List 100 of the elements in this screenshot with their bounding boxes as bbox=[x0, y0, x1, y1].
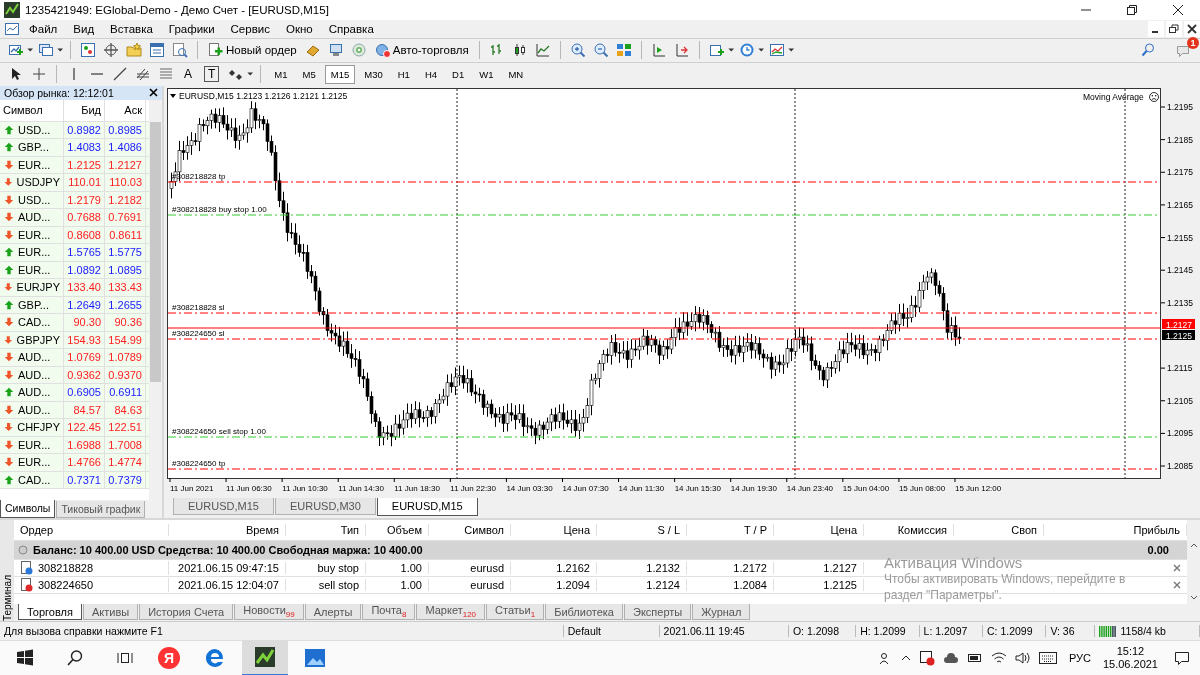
terminal-tab[interactable]: Торговля bbox=[18, 604, 82, 621]
menu-item[interactable]: Вид bbox=[66, 22, 102, 35]
timeframe-button[interactable]: MN bbox=[502, 64, 530, 84]
toolbar-button[interactable]: Авто-торговля bbox=[371, 40, 472, 61]
time-label: 15 Jun 08:00 bbox=[898, 483, 946, 493]
table-cell: sell stop bbox=[286, 578, 366, 591]
terminal-tab[interactable]: Почта$_{8}$ bbox=[362, 604, 416, 621]
timeframe-button[interactable]: W1 bbox=[473, 64, 500, 84]
price-label: 1.2145 bbox=[1167, 264, 1193, 275]
time-label: 14 Jun 11:30 bbox=[618, 483, 665, 493]
timeframe-button[interactable]: M1 bbox=[268, 64, 294, 84]
menu-item[interactable]: Файл bbox=[22, 22, 65, 35]
column-header[interactable]: Тип bbox=[286, 523, 366, 536]
symbol-name: USD... bbox=[18, 123, 51, 136]
bid-price: 1.0769 bbox=[64, 349, 105, 366]
bid-price: 1.2125 bbox=[64, 156, 105, 174]
timeframe-button[interactable]: M5 bbox=[296, 64, 322, 84]
timeframe-button[interactable]: H4 bbox=[418, 64, 444, 84]
table-cell: eurusd bbox=[429, 561, 511, 574]
status-text: L: 1.2097 bbox=[919, 625, 983, 638]
bid-price: 90.30 bbox=[64, 314, 105, 331]
bid-price: 1.4083 bbox=[64, 139, 105, 156]
column-header[interactable]: Аск bbox=[105, 99, 146, 121]
column-header[interactable]: Цена bbox=[774, 523, 864, 536]
column-header[interactable]: Комиссия bbox=[864, 523, 954, 536]
symbol-name: EUR... bbox=[18, 456, 51, 469]
terminal-tab[interactable]: Эксперты bbox=[623, 604, 692, 621]
column-header[interactable]: Ордер bbox=[14, 523, 169, 536]
ask-price: 0.7379 bbox=[105, 471, 146, 489]
order-label: #308224650 sl bbox=[172, 328, 225, 338]
terminal-tab[interactable]: История Счета bbox=[139, 604, 234, 621]
window-title: 1235421949: EGlobal-Demo - Демо Счет - [EURUSD,M15] bbox=[25, 3, 329, 16]
terminal-tab[interactable]: Статьи$_{1}$ bbox=[486, 604, 545, 621]
time-label: 11 Jun 22:30 bbox=[450, 483, 496, 493]
symbol-name: CHFJPY bbox=[17, 421, 60, 434]
panel-tab[interactable]: Тиковый график bbox=[56, 500, 146, 518]
indicator-label: Moving Average bbox=[1083, 91, 1144, 102]
bid-price: 1.0892 bbox=[64, 261, 105, 279]
profit-total: 0.00 bbox=[1147, 543, 1170, 556]
ask-price: 133.43 bbox=[105, 279, 146, 296]
ask-price: 84.63 bbox=[105, 401, 146, 419]
column-header[interactable]: Время bbox=[169, 523, 286, 536]
price-tag: 1.2125 bbox=[1162, 329, 1195, 341]
terminal-tab[interactable]: Активы bbox=[82, 604, 139, 621]
ask-price: 1.0789 bbox=[105, 349, 146, 366]
ask-price: 1.0895 bbox=[105, 261, 146, 279]
symbol-name: CAD... bbox=[18, 316, 51, 329]
toolbar-button[interactable]: Новый ордер bbox=[205, 40, 300, 61]
symbol-name: AUD... bbox=[18, 386, 51, 399]
order-label: #308224650 sell stop 1.00 bbox=[172, 426, 266, 436]
symbol-name: EUR... bbox=[18, 438, 51, 451]
table-cell: 1.2094 bbox=[511, 578, 597, 591]
order-label: #308218828 sl bbox=[172, 302, 225, 312]
bid-price: 110.01 bbox=[64, 174, 105, 191]
column-header[interactable]: Объем bbox=[366, 523, 429, 536]
column-header[interactable]: Символ bbox=[0, 99, 64, 121]
text-tool[interactable]: A bbox=[179, 67, 197, 82]
clock-date[interactable]: 15.06.2021 bbox=[1102, 658, 1158, 671]
terminal-tab[interactable]: Алерты bbox=[304, 604, 362, 621]
price-label: 1.2105 bbox=[1167, 395, 1193, 406]
timeframe-button[interactable]: M30 bbox=[358, 64, 389, 84]
menu-item[interactable]: Графики bbox=[161, 22, 222, 35]
menu-item[interactable]: Справка bbox=[321, 22, 381, 35]
timeframe-button[interactable]: M15 bbox=[324, 64, 356, 84]
terminal-tab[interactable]: Маркет$_{120}$ bbox=[416, 604, 486, 621]
symbol-name: AUD... bbox=[18, 351, 51, 364]
price-label: 1.2195 bbox=[1167, 101, 1193, 112]
column-header[interactable]: T / P bbox=[687, 523, 774, 536]
timeframe-button[interactable]: H1 bbox=[391, 64, 416, 84]
column-header[interactable]: Бид bbox=[64, 99, 105, 121]
order-label: #308224650 tp bbox=[172, 458, 226, 468]
timeframe-button[interactable]: D1 bbox=[446, 64, 471, 84]
ask-price: 1.2655 bbox=[105, 296, 146, 314]
terminal-tab[interactable]: Новости$_{99}$ bbox=[234, 604, 304, 621]
language-indicator[interactable]: РУС bbox=[1068, 652, 1091, 664]
bid-price: 1.2179 bbox=[64, 191, 105, 209]
menu-item[interactable]: Сервис bbox=[223, 22, 277, 35]
column-header[interactable]: S / L bbox=[597, 523, 687, 536]
column-header[interactable]: Цена bbox=[511, 523, 597, 536]
status-text: C: 1.2099 bbox=[983, 625, 1047, 638]
menu-item[interactable]: Окно bbox=[278, 22, 320, 35]
bid-price: 133.40 bbox=[64, 279, 105, 296]
time-label: 14 Jun 15:30 bbox=[674, 483, 721, 493]
symbol-name: EURJPY bbox=[16, 281, 60, 294]
menu-item[interactable]: Вставка bbox=[103, 22, 160, 35]
table-cell: 1.2127 bbox=[774, 561, 864, 574]
ask-price: 1.2182 bbox=[105, 191, 146, 209]
column-header[interactable]: Своп bbox=[954, 523, 1044, 536]
clock-time[interactable]: 15:12 bbox=[1116, 645, 1145, 658]
terminal-tab[interactable]: Журнал bbox=[692, 604, 751, 621]
terminal-tab[interactable]: Библиотека bbox=[545, 604, 623, 621]
column-header[interactable]: Символ bbox=[429, 523, 511, 536]
symbol-name: EUR... bbox=[18, 246, 51, 259]
ask-price: 154.99 bbox=[105, 331, 146, 349]
status-text: Для вызова справки нажмите F1 bbox=[0, 625, 564, 638]
text-label-tool[interactable]: T bbox=[204, 66, 220, 83]
time-label: 14 Jun 23:40 bbox=[786, 483, 834, 493]
browser-icon[interactable]: Я bbox=[158, 647, 180, 669]
status-text: V: 36 bbox=[1046, 625, 1095, 638]
table-cell: 1.00 bbox=[366, 578, 429, 591]
